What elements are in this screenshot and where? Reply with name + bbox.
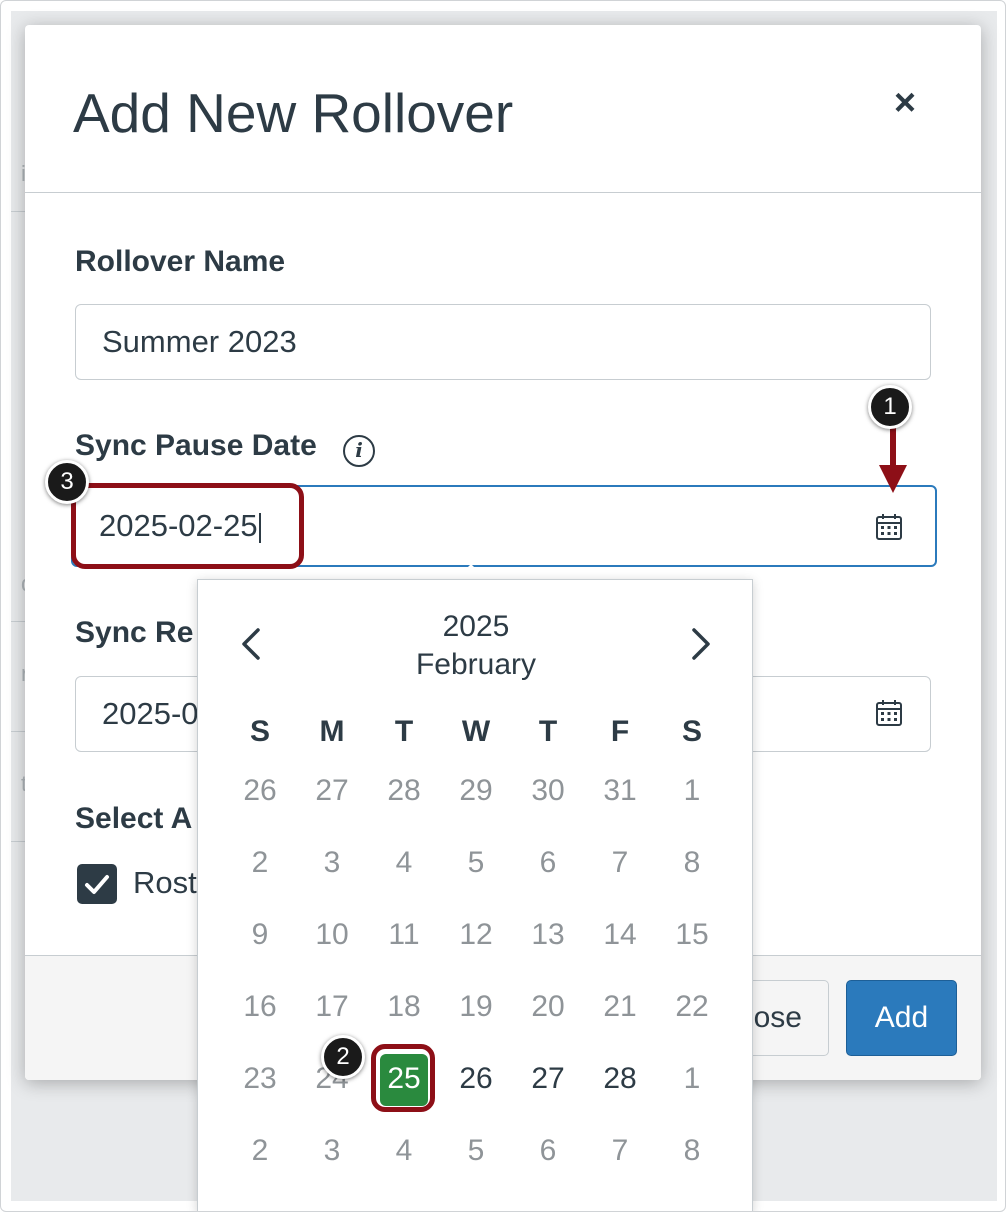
calendar-day[interactable]: 4 <box>374 838 434 888</box>
add-button[interactable]: Add <box>846 980 957 1056</box>
calendar-day[interactable]: 5 <box>446 1126 506 1176</box>
calendar-day[interactable]: 21 <box>590 982 650 1032</box>
calendar-day[interactable]: 6 <box>518 1126 578 1176</box>
calendar-day[interactable]: 2 <box>230 1126 290 1176</box>
calendar-day[interactable]: 28 <box>590 1054 650 1104</box>
calendar-weekday: S <box>681 715 702 748</box>
calendar-day[interactable]: 15 <box>662 910 722 960</box>
calendar-weekday: W <box>461 715 491 748</box>
calendar-day[interactable]: 30 <box>518 766 578 816</box>
calendar-icon[interactable] <box>875 513 903 541</box>
modal-header: Add New Rollover × <box>25 25 981 193</box>
annotation-badge-2: 2 <box>321 1035 365 1079</box>
calendar-day[interactable]: 8 <box>662 838 722 888</box>
calendar-day[interactable]: 11 <box>374 910 434 960</box>
calendar-day[interactable]: 8 <box>662 1126 722 1176</box>
calendar-weekday: M <box>319 715 345 748</box>
calendar-day[interactable]: 27 <box>518 1054 578 1104</box>
calendar-day[interactable]: 20 <box>518 982 578 1032</box>
calendar-day[interactable]: 23 <box>230 1054 290 1104</box>
roster-checkbox-label: Rost <box>133 865 197 900</box>
annotation-badge-1: 1 <box>868 385 912 429</box>
calendar-day[interactable]: 22 <box>662 982 722 1032</box>
calendar-day[interactable]: 17 <box>302 982 362 1032</box>
calendar-caret <box>455 564 487 580</box>
rollover-name-label: Rollover Name <box>75 245 286 278</box>
calendar-day[interactable]: 7 <box>590 838 650 888</box>
calendar-day[interactable]: 18 <box>374 982 434 1032</box>
checkmark-icon <box>85 875 109 894</box>
calendar-day[interactable]: 26 <box>230 766 290 816</box>
calendar-day[interactable]: 1 <box>662 766 722 816</box>
modal-title: Add New Rollover <box>73 82 514 144</box>
close-icon[interactable]: × <box>885 83 925 123</box>
calendar-day[interactable]: 28 <box>374 766 434 816</box>
calendar-month: February <box>415 648 537 681</box>
roster-checkbox[interactable] <box>77 864 117 904</box>
calendar-day[interactable]: 5 <box>446 838 506 888</box>
calendar-year: 2025 <box>442 610 510 643</box>
annotation-highlight-date-input <box>71 483 304 569</box>
calendar-day[interactable]: 16 <box>230 982 290 1032</box>
calendar-day[interactable]: 12 <box>446 910 506 960</box>
annotation-arrow <box>879 421 907 493</box>
calendar-day[interactable]: 6 <box>518 838 578 888</box>
calendar-day[interactable]: 4 <box>374 1126 434 1176</box>
calendar-weekday: T <box>394 715 414 748</box>
calendar-day[interactable]: 7 <box>590 1126 650 1176</box>
info-icon[interactable]: i <box>343 435 375 467</box>
calendar-day[interactable]: 27 <box>302 766 362 816</box>
calendar-weekday: T <box>538 715 558 748</box>
screenshot-frame: i d r t Add New Rollover × Rollover Name… <box>0 0 1006 1212</box>
chevron-right-icon[interactable] <box>686 624 716 664</box>
calendar-weekday: S <box>249 715 270 748</box>
calendar-day[interactable]: 3 <box>302 1126 362 1176</box>
calendar-day[interactable]: 9 <box>230 910 290 960</box>
date-picker-calendar: 2025 February SMTWTFS 26 27 28 29 30 31 1 2 3 4 5 6… <box>197 579 753 1211</box>
rollover-name-input[interactable]: Summer 2023 <box>75 304 931 380</box>
calendar-day[interactable]: 10 <box>302 910 362 960</box>
calendar-day[interactable]: 19 <box>446 982 506 1032</box>
calendar-weekday: F <box>610 715 630 748</box>
sync-pause-date-label: Sync Pause Date <box>75 429 317 462</box>
calendar-day[interactable]: 2 <box>230 838 290 888</box>
annotation-highlight-selected-day <box>371 1044 435 1112</box>
calendar-day[interactable]: 26 <box>446 1054 506 1104</box>
calendar-day[interactable]: 29 <box>446 766 506 816</box>
calendar-day[interactable]: 31 <box>590 766 650 816</box>
calendar-day[interactable]: 14 <box>590 910 650 960</box>
chevron-left-icon[interactable] <box>236 624 266 664</box>
sync-resume-date-label: Sync Re <box>75 616 194 649</box>
calendar-day[interactable]: 3 <box>302 838 362 888</box>
calendar-day[interactable]: 13 <box>518 910 578 960</box>
calendar-day[interactable]: 1 <box>662 1054 722 1104</box>
annotation-badge-3: 3 <box>45 460 89 504</box>
calendar-icon[interactable] <box>875 699 903 727</box>
select-section-label: Select A <box>75 802 193 835</box>
